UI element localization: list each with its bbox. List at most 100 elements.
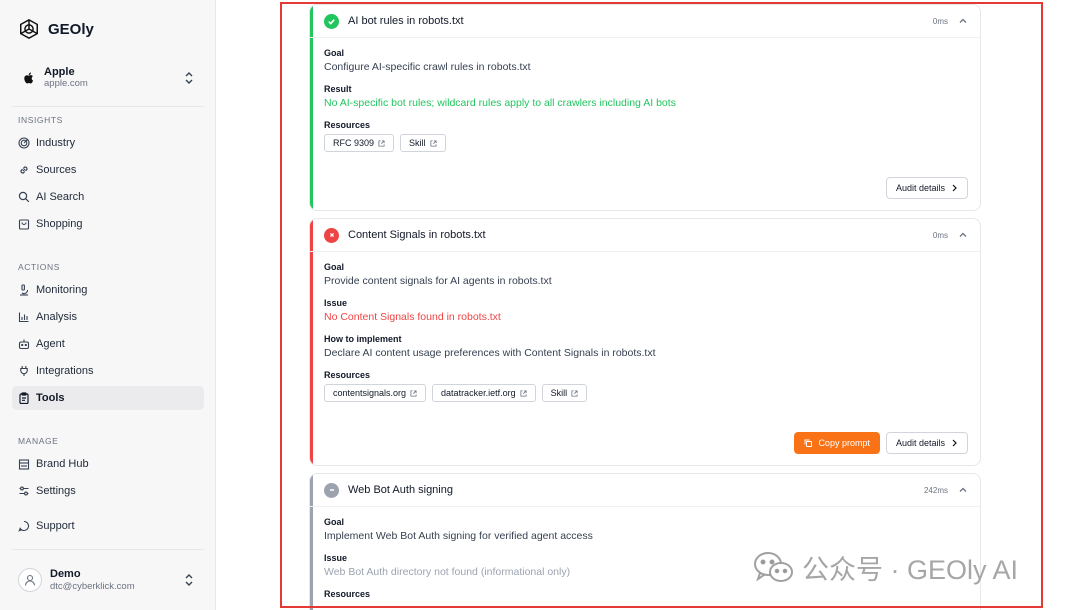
search-icon [18,191,30,203]
sidebar-item-ai-search[interactable]: AI Search [12,185,204,209]
audit-card-ai-bot-rules: AI bot rules in robots.txt 0ms Goal Conf… [309,4,981,211]
sidebar-item-tools[interactable]: Tools [12,386,204,410]
radar-icon [18,137,30,149]
resource-link[interactable]: datatracker.ietf.org [432,384,536,402]
card-actions: Audit details [885,177,968,199]
timing-label: 0ms [932,17,948,26]
card-actions: Copy prompt Audit details [794,432,968,454]
audit-card-web-bot-auth: Web Bot Auth signing 242ms Goal Implemen… [309,473,981,610]
timing-label: 0ms [932,231,948,240]
sidebar-item-label: Sources [36,164,77,176]
how-to-value: Declare AI content usage preferences wit… [324,347,656,359]
sidebar-item-sources[interactable]: Sources [12,158,204,182]
divider [12,106,204,107]
user-menu[interactable]: Demo dtc@cyberklick.com [12,560,204,600]
timing-label: 242ms [923,486,948,495]
chevron-right-icon [952,439,957,447]
audit-details-button[interactable]: Audit details [885,432,968,454]
resource-link[interactable]: contentsignals.org [324,384,427,402]
sidebar-item-label: Industry [36,137,76,149]
plug-icon [18,365,30,377]
sidebar-item-label: Settings [36,485,76,497]
sidebar-item-brand-hub[interactable]: Brand Hub [12,452,204,476]
x-circle-icon [324,227,339,243]
chevron-right-icon [952,184,957,192]
section-insights: INSIGHTS [18,115,63,125]
watermark-text: 公众号 · GEOly AI [802,555,1019,585]
sidebar-item-shopping[interactable]: Shopping [12,212,204,236]
sidebar-item-integrations[interactable]: Integrations [12,359,204,383]
sliders-icon [18,485,30,497]
sidebar-item-label: AI Search [36,191,85,203]
goal-label: Goal [324,517,345,527]
sidebar-item-support[interactable]: Support [12,514,204,538]
card-title: Web Bot Auth signing [348,484,453,496]
card-title: AI bot rules in robots.txt [348,15,464,27]
section-actions: ACTIONS [18,262,60,272]
result-label: Result [324,84,352,94]
result-value: No AI-specific bot rules; wildcard rules… [324,97,676,109]
user-icon [24,574,36,586]
sidebar-item-label: Shopping [36,218,83,230]
resources-label: Resources [324,120,371,130]
chat-bubble-icon [18,520,30,532]
shopping-bag-icon [18,218,30,230]
copy-icon [804,439,813,447]
section-manage: MANAGE [18,436,59,446]
chevron-up-down-icon [185,72,193,84]
divider [12,549,204,550]
card-header[interactable]: Web Bot Auth signing 242ms [310,474,980,507]
user-name: Demo [50,567,81,580]
check-circle-icon [324,13,339,29]
sidebar-item-label: Analysis [36,311,77,323]
resources-label: Resources [324,589,371,599]
watermark: 公众号 · GEOly AI [752,548,1018,587]
issue-label: Issue [324,298,348,308]
sidebar-item-label: Agent [36,338,65,350]
copy-prompt-button[interactable]: Copy prompt [794,432,880,454]
goal-value: Configure AI-specific crawl rules in rob… [324,61,531,73]
org-name: Apple [44,66,75,79]
user-email: dtc@cyberklick.com [50,580,135,592]
clipboard-icon [18,392,30,404]
sidebar-item-industry[interactable]: Industry [12,131,204,155]
resources-label: Resources [324,370,371,380]
goal-label: Goal [324,262,345,272]
card-header[interactable]: AI bot rules in robots.txt 0ms [310,5,980,38]
sidebar: GEOly Apple apple.com INSIGHTS Industry … [0,0,216,610]
sidebar-item-settings[interactable]: Settings [12,479,204,503]
wechat-icon [754,551,793,582]
chevron-up-down-icon [185,574,193,586]
goal-value: Provide content signals for AI agents in… [324,275,552,287]
resource-link[interactable]: Skill [541,384,588,402]
resource-links: RFC 9309 Skill [324,134,966,152]
external-link-icon [430,139,437,147]
sidebar-item-label: Brand Hub [36,458,89,470]
link-icon [18,164,30,176]
chevron-up-icon[interactable] [958,16,968,26]
minus-circle-icon [324,482,339,498]
sidebar-item-agent[interactable]: Agent [12,332,204,356]
bar-chart-icon [18,311,30,323]
sidebar-item-monitoring[interactable]: Monitoring [12,278,204,302]
audit-details-button[interactable]: Audit details [885,177,968,199]
goal-value: Implement Web Bot Auth signing for verif… [324,530,593,542]
sidebar-item-label: Integrations [36,365,94,377]
card-header[interactable]: Content Signals in robots.txt 0ms [310,219,980,252]
microscope-icon [18,284,30,296]
org-domain: apple.com [44,77,88,89]
sidebar-item-label: Monitoring [36,284,88,296]
goal-label: Goal [324,48,345,58]
sidebar-item-analysis[interactable]: Analysis [12,305,204,329]
bot-icon [18,338,30,350]
resource-link[interactable]: RFC 9309 [324,134,395,152]
brand[interactable]: GEOly [18,18,94,40]
chevron-up-icon[interactable] [958,230,968,240]
chevron-up-icon[interactable] [958,485,968,495]
external-link-icon [520,389,527,397]
brand-name: GEOly [48,20,94,38]
org-switcher[interactable]: Apple apple.com [12,60,204,96]
resource-link[interactable]: Skill [400,134,446,152]
resource-links: contentsignals.org datatracker.ietf.org … [324,384,966,402]
card-title: Content Signals in robots.txt [348,229,486,241]
